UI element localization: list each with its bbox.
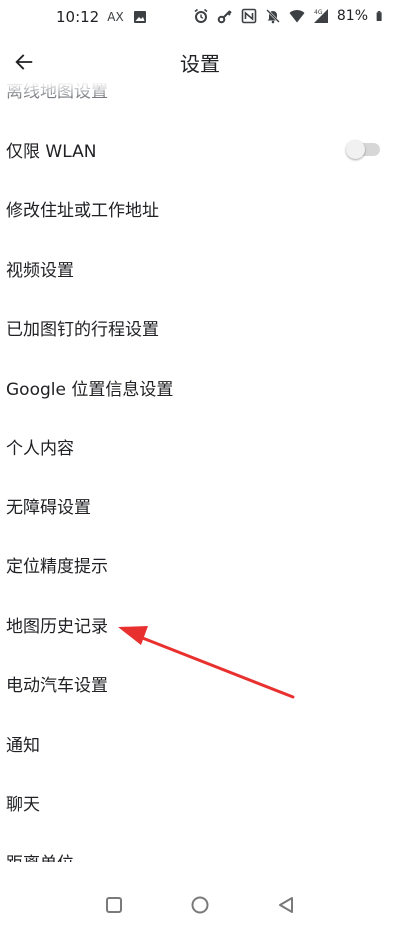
settings-item-label: 地图历史记录	[6, 617, 108, 637]
carrier-badge: AX	[107, 10, 124, 24]
back-triangle-icon	[279, 897, 293, 913]
recents-square-icon	[106, 897, 122, 913]
recents-button[interactable]	[103, 894, 125, 916]
status-time: 10:12	[56, 8, 100, 26]
battery-icon	[376, 11, 382, 21]
settings-item-label: 修改住址或工作地址	[6, 201, 159, 221]
settings-item-offline-maps[interactable]: 离线地图设置	[0, 74, 400, 119]
status-left: 10:12 AX	[56, 8, 148, 26]
settings-item-chat[interactable]: 聊天	[0, 773, 400, 832]
settings-item-ev[interactable]: 电动汽车设置	[0, 654, 400, 713]
settings-item-label: 电动汽车设置	[6, 676, 108, 696]
wifi-icon	[289, 10, 305, 23]
alarm-icon	[194, 8, 208, 23]
settings-item-label: 视频设置	[6, 261, 74, 281]
battery-percent: 81%	[336, 8, 368, 24]
settings-list: 离线地图设置 仅限 WLAN 修改住址或工作地址 视频设置 已加图钉的行程设置 …	[0, 74, 400, 862]
settings-item-label: 无障碍设置	[6, 498, 91, 518]
settings-item-google-location[interactable]: Google 位置信息设置	[0, 358, 400, 417]
settings-item-location-accuracy[interactable]: 定位精度提示	[0, 535, 400, 594]
nfc-icon	[241, 8, 257, 24]
settings-item-distance-units[interactable]: 距离单位	[0, 832, 400, 862]
settings-item-notifications[interactable]: 通知	[0, 714, 400, 773]
settings-item-home-work-address[interactable]: 修改住址或工作地址	[0, 179, 400, 238]
settings-item-label: 仅限 WLAN	[6, 142, 97, 162]
toggle-thumb	[346, 140, 365, 159]
settings-item-label: 定位精度提示	[6, 557, 108, 577]
status-right: 4G 81%	[193, 8, 386, 24]
svg-text:4G: 4G	[314, 9, 323, 16]
home-circle-icon	[191, 896, 209, 914]
wlan-only-toggle[interactable]	[346, 140, 382, 159]
system-nav-bar	[0, 880, 400, 928]
settings-item-pinned-trips[interactable]: 已加图钉的行程设置	[0, 298, 400, 357]
status-bar: 10:12 AX 4G 81%	[0, 0, 400, 34]
settings-item-label: 距离单位	[6, 849, 74, 862]
settings-item-wlan-only[interactable]: 仅限 WLAN	[0, 120, 400, 179]
settings-item-label: Google 位置信息设置	[6, 380, 174, 400]
back-nav-button[interactable]	[275, 894, 297, 916]
home-button[interactable]	[189, 894, 211, 916]
settings-item-maps-history[interactable]: 地图历史记录	[0, 595, 400, 654]
settings-item-label: 聊天	[6, 795, 40, 815]
image-icon	[133, 11, 146, 23]
signal-4g-icon: 4G	[313, 9, 328, 23]
mute-icon	[266, 9, 280, 24]
key-icon	[217, 10, 232, 24]
settings-item-accessibility[interactable]: 无障碍设置	[0, 476, 400, 535]
page-title: 设置	[180, 52, 220, 76]
settings-item-label: 离线地图设置	[6, 82, 108, 102]
settings-item-label: 个人内容	[6, 439, 74, 459]
settings-item-video[interactable]: 视频设置	[0, 239, 400, 298]
settings-item-label: 通知	[6, 736, 40, 756]
settings-item-personal-content[interactable]: 个人内容	[0, 417, 400, 476]
settings-item-label: 已加图钉的行程设置	[6, 320, 159, 340]
